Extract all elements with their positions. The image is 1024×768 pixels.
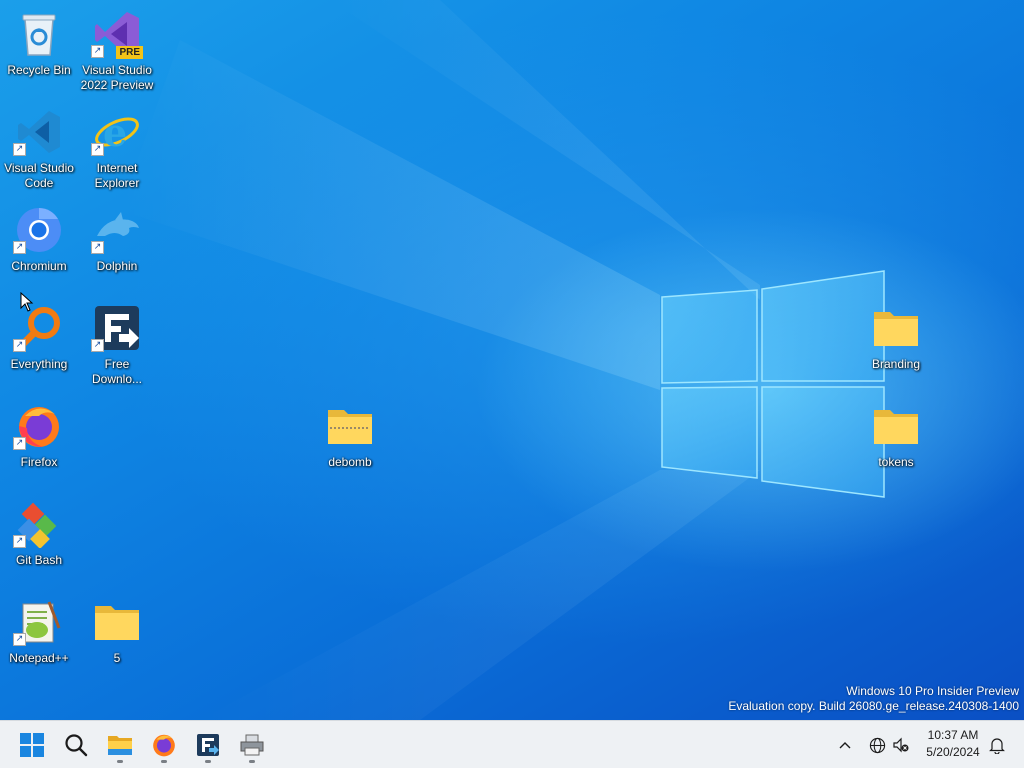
notifications-button[interactable] — [986, 721, 1008, 768]
vscode-icon: ↗ — [13, 106, 65, 158]
desktop-icon-label: debomb — [328, 455, 372, 469]
desktop-icon-recycle-bin[interactable]: Recycle Bin — [1, 6, 77, 102]
desktop-icon-label: Chromium — [11, 259, 67, 273]
start-button[interactable] — [12, 725, 52, 765]
dolphin-icon: ↗ — [91, 204, 143, 256]
bell-icon — [989, 737, 1005, 754]
firefox-taskbar-button[interactable] — [144, 725, 184, 765]
desktop-icon-debomb[interactable]: debomb — [312, 398, 388, 494]
desktop-icon-tokens[interactable]: tokens — [858, 398, 934, 494]
desktop-icon-label: Free Downlo... — [91, 357, 143, 386]
printer-app-icon — [240, 734, 264, 756]
desktop-icon-vscode[interactable]: ↗ Visual Studio Code — [1, 104, 77, 200]
file-explorer-icon — [108, 736, 132, 755]
desktop-icon-label: Visual Studio 2022 Preview — [80, 63, 154, 92]
search-button[interactable] — [56, 725, 96, 765]
preview-badge: PRE — [116, 46, 143, 59]
desktop-icon-label: Notepad++ — [9, 651, 69, 665]
firefox-icon: ↗ — [13, 400, 65, 452]
git-bash-icon: ↗ — [13, 498, 65, 550]
show-hidden-icons-button[interactable] — [834, 721, 856, 768]
clock-date: 5/20/2024 — [926, 745, 980, 759]
shortcut-arrow-icon: ↗ — [13, 535, 26, 548]
folder-icon — [870, 302, 922, 354]
zip-folder-icon — [324, 400, 376, 452]
desktop-icon-label: Branding — [871, 357, 921, 371]
app-taskbar-button[interactable] — [232, 725, 272, 765]
desktop-icon-free-download-manager[interactable]: ↗ Free Downlo... — [79, 300, 155, 396]
watermark-build: Evaluation copy. Build 26080.ge_release.… — [728, 699, 1019, 713]
mouse-cursor-icon — [20, 292, 34, 312]
clock[interactable]: 10:37 AM 5/20/2024 — [918, 727, 988, 761]
visual-studio-icon: PRE ↗ — [91, 8, 143, 60]
svg-text:e: e — [103, 110, 127, 155]
shortcut-arrow-icon: ↗ — [91, 339, 104, 352]
desktop-icon-folder-5[interactable]: 5 — [79, 594, 155, 690]
search-icon — [65, 734, 88, 757]
chromium-icon: ↗ — [13, 204, 65, 256]
internet-explorer-icon: e ↗ — [91, 106, 143, 158]
watermark-edition: Windows 10 Pro Insider Preview — [846, 684, 1019, 698]
desktop-icon-label: Firefox — [20, 455, 58, 469]
free-download-manager-taskbar-button[interactable] — [188, 725, 228, 765]
free-download-manager-icon — [197, 734, 219, 756]
desktop-icon-dolphin[interactable]: ↗ Dolphin — [79, 202, 155, 298]
desktop-icon-label: Internet Explorer — [94, 161, 140, 190]
desktop-icon-notepadpp[interactable]: ↗ Notepad++ — [1, 594, 77, 690]
free-download-manager-icon: ↗ — [91, 302, 143, 354]
firefox-icon — [153, 734, 175, 757]
windows-logo-icon — [20, 733, 44, 757]
desktop-icon-firefox[interactable]: ↗ Firefox — [1, 398, 77, 494]
running-indicator — [117, 760, 123, 763]
desktop-icon-git-bash[interactable]: ↗ Git Bash — [1, 496, 77, 592]
taskbar: 10:37 AM 5/20/2024 — [0, 720, 1024, 768]
desktop-icon-label: Dolphin — [96, 259, 138, 273]
desktop-icon-everything[interactable]: ↗ Everything — [1, 300, 77, 396]
desktop-icon-internet-explorer[interactable]: e ↗ Internet Explorer — [79, 104, 155, 200]
shortcut-arrow-icon: ↗ — [13, 143, 26, 156]
desktop-icon-label: Recycle Bin — [7, 63, 71, 77]
file-explorer-button[interactable] — [100, 725, 140, 765]
folder-icon — [91, 596, 143, 648]
volume-button[interactable] — [890, 721, 912, 768]
speaker-muted-icon — [893, 737, 909, 753]
build-watermark: Windows 10 Pro Insider Preview Evaluatio… — [728, 684, 1019, 714]
shortcut-arrow-icon: ↗ — [13, 241, 26, 254]
clock-time: 10:37 AM — [927, 728, 979, 742]
desktop-icon-branding[interactable]: Branding — [858, 300, 934, 396]
recycle-bin-icon — [13, 8, 65, 60]
network-button[interactable] — [866, 721, 888, 768]
desktop-icon-chromium[interactable]: ↗ Chromium — [1, 202, 77, 298]
shortcut-arrow-icon: ↗ — [91, 143, 104, 156]
desktop-icon-visual-studio[interactable]: PRE ↗ Visual Studio 2022 Preview — [79, 6, 155, 102]
running-indicator — [161, 760, 167, 763]
running-indicator — [205, 760, 211, 763]
running-indicator — [249, 760, 255, 763]
notepadpp-icon: ↗ — [13, 596, 65, 648]
shortcut-arrow-icon: ↗ — [13, 339, 26, 352]
shortcut-arrow-icon: ↗ — [13, 633, 26, 646]
shortcut-arrow-icon: ↗ — [91, 241, 104, 254]
desktop-icon-label: Visual Studio Code — [4, 161, 74, 190]
desktop[interactable]: Recycle Bin ↗ Visual Studio Code ↗ Chrom… — [0, 0, 1024, 720]
desktop-icon-label: tokens — [878, 455, 914, 469]
chevron-up-icon — [839, 742, 851, 749]
desktop-icon-label: Git Bash — [15, 553, 63, 567]
globe-icon — [869, 737, 885, 753]
shortcut-arrow-icon: ↗ — [13, 437, 26, 450]
folder-icon — [870, 400, 922, 452]
desktop-icon-label: Everything — [10, 357, 68, 371]
shortcut-arrow-icon: ↗ — [91, 45, 104, 58]
desktop-icon-label: 5 — [113, 651, 121, 665]
